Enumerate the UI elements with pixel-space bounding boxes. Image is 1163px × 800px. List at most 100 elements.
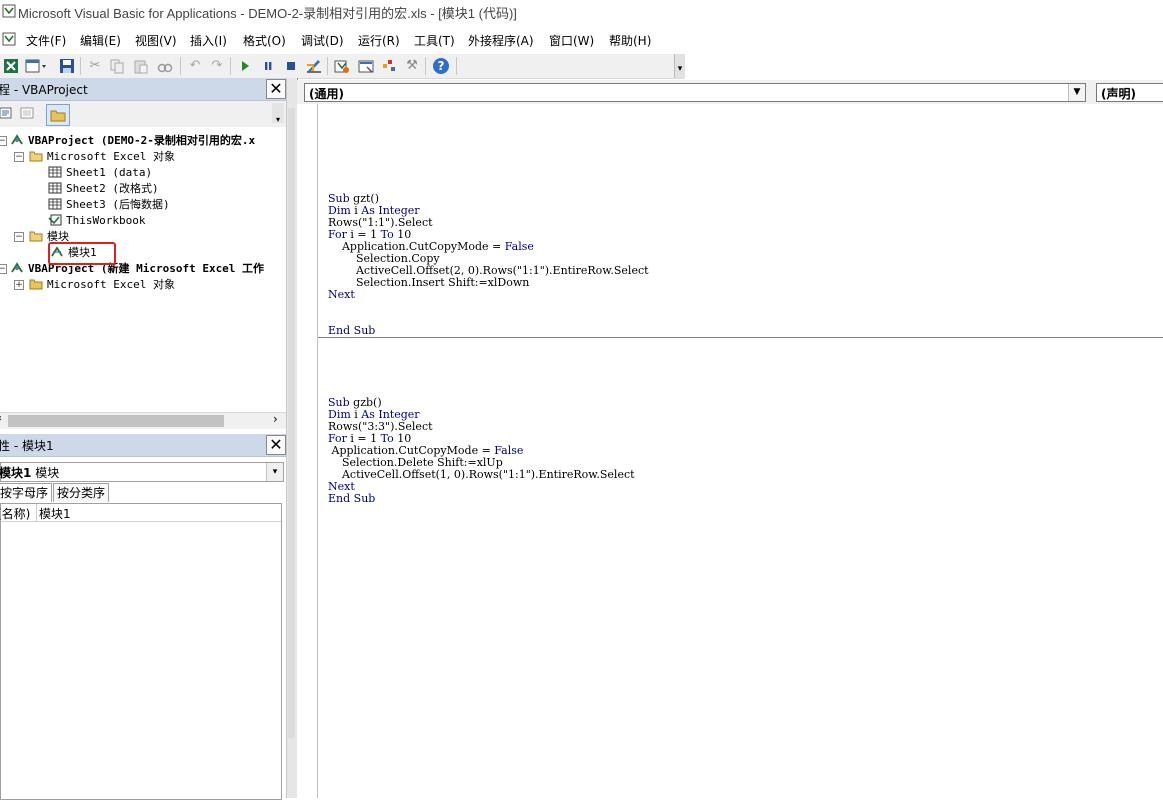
- property-name: (名称): [0, 507, 31, 521]
- procedure-separator: [318, 337, 1163, 338]
- excel-icon[interactable]: [2, 57, 20, 75]
- code-line[interactable]: End Sub: [328, 493, 375, 505]
- help-icon[interactable]: ?: [432, 57, 450, 75]
- tree-item-thisworkbook[interactable]: ThisWorkbook: [48, 213, 145, 228]
- vba-project-icon: [11, 134, 23, 145]
- toolbar-overflow-grip[interactable]: ▾: [674, 54, 685, 78]
- properties-titlebar: 性 - 模块1 ✕: [0, 434, 286, 457]
- tree-item-label: Microsoft Excel 对象: [47, 278, 175, 291]
- toggle-folders-button[interactable]: [46, 104, 70, 126]
- scroll-thumb[interactable]: [288, 108, 295, 738]
- undo-icon[interactable]: ↶: [186, 57, 204, 75]
- insert-module-icon[interactable]: [24, 57, 48, 75]
- collapse-toggle[interactable]: −: [0, 264, 7, 274]
- procedure-combo[interactable]: (声明): [1096, 83, 1163, 102]
- vba-app-icon: [2, 4, 16, 18]
- vba-project-icon: [11, 262, 23, 273]
- object-combo[interactable]: (通用) ▼: [304, 83, 1086, 102]
- cut-icon[interactable]: ✂: [86, 57, 104, 75]
- folder-closed-icon: [29, 279, 43, 290]
- tree-item-label: ThisWorkbook: [66, 214, 146, 227]
- highlight-annotation: [48, 242, 116, 265]
- menu-format[interactable]: 格式(O): [243, 32, 286, 49]
- menu-edit[interactable]: 编辑(E): [80, 32, 121, 49]
- properties-icon[interactable]: [357, 57, 375, 75]
- menu-tools[interactable]: 工具(T): [414, 32, 455, 49]
- property-value[interactable]: 模块1: [39, 505, 71, 522]
- project-explorer-title: 程 - VBAProject: [0, 83, 88, 97]
- paste-icon[interactable]: [132, 57, 150, 75]
- view-code-icon[interactable]: [0, 107, 12, 119]
- menu-debug[interactable]: 调试(D): [301, 32, 344, 49]
- tree-item-sheet2[interactable]: Sheet2 (改格式): [48, 181, 159, 196]
- run-icon[interactable]: [236, 57, 254, 75]
- tree-item-label: Sheet2 (改格式): [66, 182, 159, 195]
- view-object-icon[interactable]: [20, 107, 34, 119]
- window-title: Microsoft Visual Basic for Applications …: [18, 6, 517, 21]
- copy-icon[interactable]: [108, 57, 126, 75]
- collapse-toggle[interactable]: −: [14, 152, 24, 162]
- project-explorer-toolbar: ▾: [0, 101, 286, 128]
- expand-toggle[interactable]: +: [14, 280, 24, 290]
- menu-view[interactable]: 视图(V): [135, 32, 177, 49]
- menu-run[interactable]: 运行(R): [358, 32, 400, 49]
- tree-item-excel-objects[interactable]: Microsoft Excel 对象: [29, 149, 175, 164]
- code-window-header: (通用) ▼ (声明): [297, 80, 1163, 104]
- menu-addins[interactable]: 外接程序(A): [468, 32, 534, 49]
- scroll-right-arrow[interactable]: ›: [273, 412, 278, 426]
- object-select-value: 模块1 模块: [0, 466, 60, 480]
- code-line[interactable]: ActiveCell.Offset(1, 0).Rows("1:1").Enti…: [328, 469, 635, 481]
- folder-open-icon: [29, 231, 43, 242]
- break-icon[interactable]: [259, 57, 277, 75]
- properties-object-select[interactable]: 模块1 模块 ▾: [0, 462, 284, 482]
- find-icon[interactable]: [156, 57, 174, 75]
- tree-item-label: Microsoft Excel 对象: [47, 150, 175, 163]
- tree-item-excel-objects-2[interactable]: Microsoft Excel 对象: [29, 277, 175, 292]
- project-toolbar-scroll-arrow[interactable]: ▾: [272, 103, 284, 124]
- title-bar: Microsoft Visual Basic for Applications …: [0, 0, 1163, 24]
- tree-item-label: Sheet3 (后悔数据): [66, 198, 170, 211]
- close-project-explorer-button[interactable]: ✕: [266, 79, 286, 99]
- code-line[interactable]: Selection.Insert Shift:=xlDown: [328, 277, 529, 289]
- chevron-down-icon[interactable]: ▼: [1068, 84, 1085, 101]
- tab-alphabetic[interactable]: 按字母序: [0, 483, 53, 502]
- tab-categorized[interactable]: 按分类序: [53, 483, 110, 502]
- tree-item-vbaproject-demo[interactable]: VBAProject (DEMO-2-录制相对引用的宏.x: [10, 133, 255, 148]
- project-explorer-titlebar: 程 - VBAProject ✕: [0, 78, 286, 101]
- worksheet-icon: [48, 198, 62, 210]
- property-row[interactable]: (名称) 模块1: [0, 504, 281, 522]
- menu-window[interactable]: 窗口(W): [549, 32, 594, 49]
- object-browser-icon[interactable]: [380, 57, 398, 75]
- workbook-icon: [48, 214, 62, 226]
- close-properties-button[interactable]: ✕: [266, 435, 286, 455]
- code-margin[interactable]: [297, 104, 318, 798]
- menu-insert[interactable]: 插入(I): [190, 32, 227, 49]
- toolbox-icon[interactable]: ⚒: [403, 57, 421, 75]
- code-editor[interactable]: Sub gzt() Dim i As Integer Rows("1:1").S…: [318, 104, 1163, 798]
- menu-file[interactable]: 文件(F): [26, 32, 66, 49]
- menu-bar: 文件(F) 编辑(E) 视图(V) 插入(I) 格式(O) 调试(D) 运行(R…: [0, 28, 1163, 50]
- properties-grid: (名称) 模块1: [0, 503, 282, 800]
- project-explorer-icon[interactable]: [333, 57, 351, 75]
- save-icon[interactable]: [58, 57, 76, 75]
- code-line[interactable]: Next: [328, 289, 355, 301]
- worksheet-icon: [48, 182, 62, 194]
- code-line[interactable]: End Sub: [328, 325, 375, 337]
- svg-text:?: ?: [438, 59, 445, 73]
- scroll-thumb[interactable]: [8, 415, 224, 427]
- scroll-left-arrow[interactable]: ‹: [0, 413, 2, 424]
- tree-item-label: VBAProject (DEMO-2-录制相对引用的宏.x: [28, 134, 256, 147]
- reset-icon[interactable]: [282, 57, 300, 75]
- collapse-toggle[interactable]: −: [14, 232, 24, 242]
- design-mode-icon[interactable]: [305, 57, 323, 75]
- tree-item-sheet1[interactable]: Sheet1 (data): [48, 165, 152, 180]
- folder-open-icon: [29, 151, 43, 162]
- chevron-down-icon[interactable]: ▾: [266, 463, 283, 481]
- project-tree-hscroll[interactable]: ‹ ›: [0, 412, 286, 429]
- menu-help[interactable]: 帮助(H): [609, 32, 651, 49]
- tree-item-label: Sheet1 (data): [66, 166, 153, 179]
- redo-icon[interactable]: ↷: [208, 57, 226, 75]
- tree-item-sheet3[interactable]: Sheet3 (后悔数据): [48, 197, 170, 212]
- document-icon[interactable]: [2, 32, 18, 46]
- collapse-toggle[interactable]: −: [0, 136, 7, 146]
